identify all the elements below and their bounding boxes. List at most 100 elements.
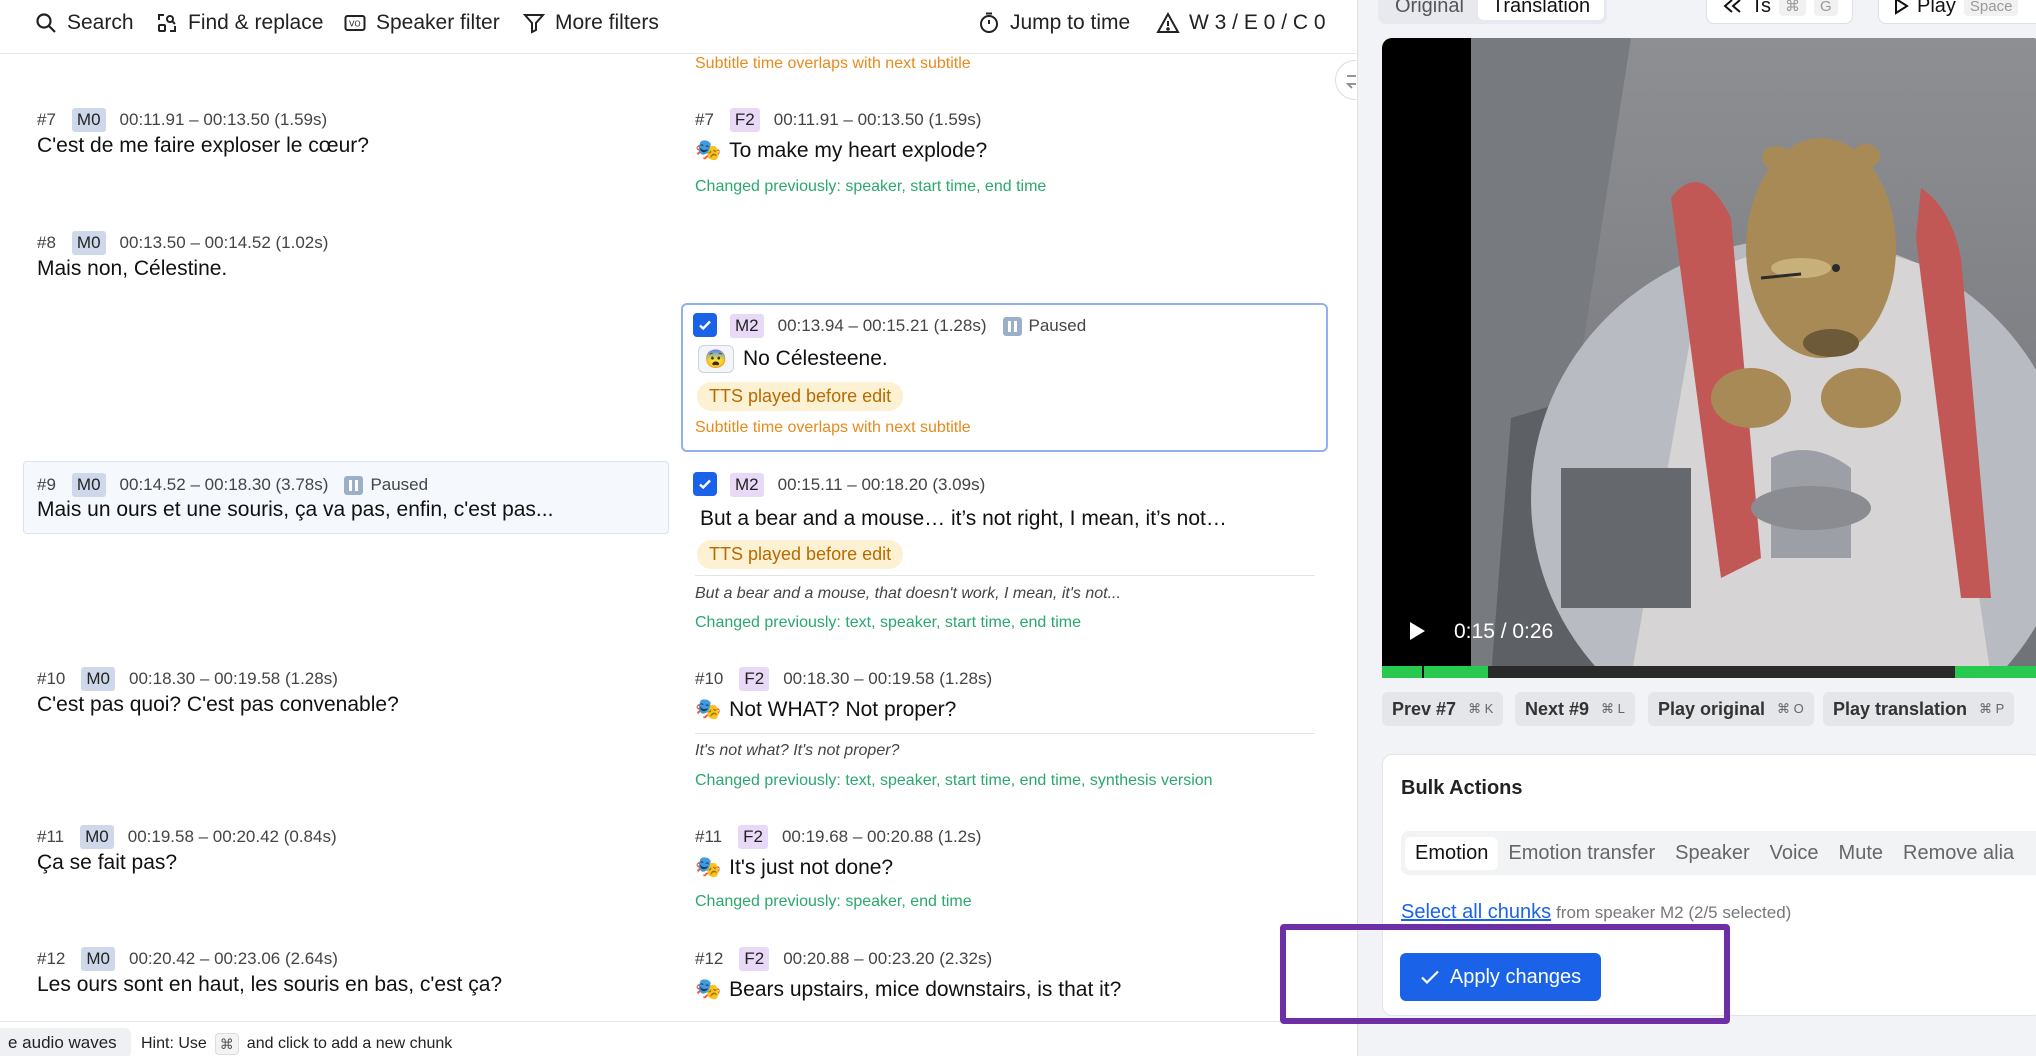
translation-text-7[interactable]: 🎭 To make my heart explode?	[695, 139, 987, 163]
chunk-time: 00:18.30 – 00:19.58 (1.28s)	[783, 669, 993, 688]
speaker-tag[interactable]: F2	[729, 108, 760, 132]
svg-text:VO: VO	[349, 20, 361, 29]
speaker-tag[interactable]: F2	[739, 947, 770, 971]
next-chunk-button[interactable]: Next #9 ⌘ L	[1515, 692, 1635, 726]
chunk-meta-right-10: #10 F2 00:18.30 – 00:19.58 (1.28s)	[695, 667, 992, 691]
video-frame	[1471, 38, 2036, 678]
emotion-icon[interactable]: 🎭	[695, 978, 721, 1002]
source-text-7[interactable]: C'est de me faire exploser le cœur?	[37, 134, 369, 158]
speaker-tag[interactable]: M2	[730, 473, 764, 497]
chunk-number: #8	[37, 233, 56, 252]
tab-emotion-transfer[interactable]: Emotion transfer	[1498, 837, 1665, 870]
chunk-number: #7	[695, 110, 714, 129]
emotion-icon[interactable]: 😨	[698, 345, 734, 373]
find-replace-icon	[158, 14, 176, 32]
source-text-9[interactable]: Mais un ours et une souris, ça va pas, e…	[37, 498, 553, 522]
emotion-icon[interactable]: 🎭	[695, 698, 721, 722]
chunk-meta-left-12: #12 M0 00:20.42 – 00:23.06 (2.64s)	[37, 947, 338, 971]
rewind-label: Ts	[1751, 0, 1771, 17]
translation-text-10[interactable]: 🎭 Not WHAT? Not proper?	[695, 698, 956, 722]
speaker-tag[interactable]: M0	[81, 667, 115, 691]
jump-to-time-button[interactable]: Jump to time	[977, 0, 1130, 46]
chunk-time: 00:20.88 – 00:23.20 (2.32s)	[783, 949, 993, 968]
source-text-12[interactable]: Les ours sont en haut, les souris en bas…	[37, 973, 502, 997]
translation-text-11[interactable]: 🎭 It's just not done?	[695, 856, 893, 880]
selection-count: from speaker M2 (2/5 selected)	[1556, 903, 1792, 922]
translation-text-12[interactable]: 🎭 Bears upstairs, mice downstairs, is th…	[695, 978, 1121, 1002]
tab-emotion[interactable]: Emotion	[1405, 836, 1499, 870]
play-button[interactable]: Play Space	[1878, 0, 2036, 24]
annotation-highlight	[1280, 924, 1730, 1024]
speaker-tag[interactable]: M0	[71, 473, 106, 497]
tab-mute[interactable]: Mute	[1829, 837, 1893, 870]
play-icon[interactable]	[1410, 622, 1425, 640]
audio-waveform[interactable]	[1382, 666, 2036, 678]
play-original-button[interactable]: Play original ⌘ O	[1648, 692, 1814, 726]
overlap-warning: Subtitle time overlaps with next subtitl…	[695, 419, 971, 436]
audio-waves-toggle[interactable]: e audio waves	[0, 1028, 131, 1056]
translation-text-9[interactable]: But a bear and a mouse… it’s not right, …	[700, 507, 1227, 531]
more-filters-button[interactable]: More filters	[522, 0, 659, 46]
speaker-tag[interactable]: F2	[739, 667, 770, 691]
source-text-11[interactable]: Ça se fait pas?	[37, 851, 177, 875]
chunk-time: 00:13.50 – 00:14.52 (1.02s)	[119, 233, 329, 252]
tab-voice[interactable]: Voice	[1760, 837, 1829, 870]
divider	[695, 575, 1315, 576]
jump-to-time-label: Jump to time	[1010, 11, 1131, 34]
chunk-number: #11	[37, 827, 65, 846]
speaker-tag[interactable]: F2	[738, 825, 768, 849]
speaker-tag[interactable]: M0	[81, 947, 115, 971]
chunk-number: #12	[37, 949, 66, 968]
speaker-tag[interactable]: M0	[71, 108, 106, 132]
chunk-time: 00:13.94 – 00:15.21 (1.28s)	[777, 316, 987, 335]
issue-counts[interactable]: W 3 / E 0 / C 0	[1156, 0, 1326, 46]
speaker-tag[interactable]: M0	[71, 231, 106, 255]
source-text-8[interactable]: Mais non, Célestine.	[37, 257, 227, 281]
search-label: Search	[67, 11, 134, 34]
play-icon	[1895, 0, 1909, 15]
changed-note: Changed previously: text, speaker, start…	[695, 772, 1213, 789]
issue-counts-label: W 3 / E 0 / C 0	[1189, 11, 1326, 34]
stopwatch-icon	[980, 12, 998, 33]
next-label: Next #9	[1525, 698, 1590, 719]
chunk-meta-left-11: #11 M0 00:19.58 – 00:20.42 (0.84s)	[37, 825, 337, 849]
rewind-button[interactable]: Ts ⌘ G	[1706, 0, 1853, 24]
bulk-actions-title: Bulk Actions	[1401, 777, 1523, 799]
chunk-meta-left-7: #7 M0 00:11.91 – 00:13.50 (1.59s)	[37, 108, 327, 132]
search-button[interactable]: Search	[34, 0, 134, 46]
rewind-shortcut-cmd: ⌘	[1779, 0, 1806, 16]
translation-text-8[interactable]: 😨 No Célesteene.	[698, 345, 888, 373]
playhead[interactable]	[1422, 666, 1424, 678]
play-translation-button[interactable]: Play translation ⌘ P	[1823, 692, 2015, 726]
chunk-checkbox[interactable]	[693, 313, 717, 337]
chunk-number: #11	[695, 827, 723, 846]
tab-original[interactable]: Original	[1381, 0, 1478, 20]
tab-speaker[interactable]: Speaker	[1665, 837, 1760, 870]
source-text-10[interactable]: C'est pas quoi? C'est pas convenable?	[37, 693, 399, 717]
translation-text: It's just not done?	[729, 856, 894, 879]
chunk-meta-right-11: #11 F2 00:19.68 – 00:20.88 (1.2s)	[695, 825, 981, 849]
play-original-shortcut: ⌘ O	[1777, 701, 1804, 716]
speaker-tag[interactable]: M0	[80, 825, 114, 849]
chunk-number: #7	[37, 110, 56, 129]
emotion-icon[interactable]: 🎭	[695, 856, 721, 880]
prev-label: Prev #7	[1392, 698, 1457, 719]
speaker-filter-button[interactable]: VO Speaker filter	[343, 0, 500, 46]
video-player[interactable]: 0:15 / 0:26	[1382, 38, 2036, 678]
rewind-icon	[1723, 0, 1741, 13]
wave-segment	[1382, 666, 1488, 678]
chunk-number: #9	[37, 475, 56, 494]
select-all-chunks-link[interactable]: Select all chunks	[1401, 901, 1551, 924]
emotion-icon[interactable]: 🎭	[695, 139, 721, 163]
divider	[695, 733, 1315, 734]
chunk-time: 00:11.91 – 00:13.50 (1.59s)	[773, 110, 982, 129]
find-replace-button[interactable]: Find & replace	[155, 0, 323, 46]
prev-chunk-button[interactable]: Prev #7 ⌘ K	[1382, 692, 1504, 726]
tab-remove-alias[interactable]: Remove alia	[1893, 837, 2024, 870]
chunk-checkbox[interactable]	[693, 472, 717, 496]
warning-icon	[1156, 11, 1180, 33]
select-all-row: Select all chunks from speaker M2 (2/5 s…	[1401, 901, 1791, 924]
tab-translation[interactable]: Translation	[1477, 0, 1605, 20]
swap-columns-button[interactable]	[1335, 60, 1356, 100]
speaker-tag[interactable]: M2	[730, 314, 764, 338]
